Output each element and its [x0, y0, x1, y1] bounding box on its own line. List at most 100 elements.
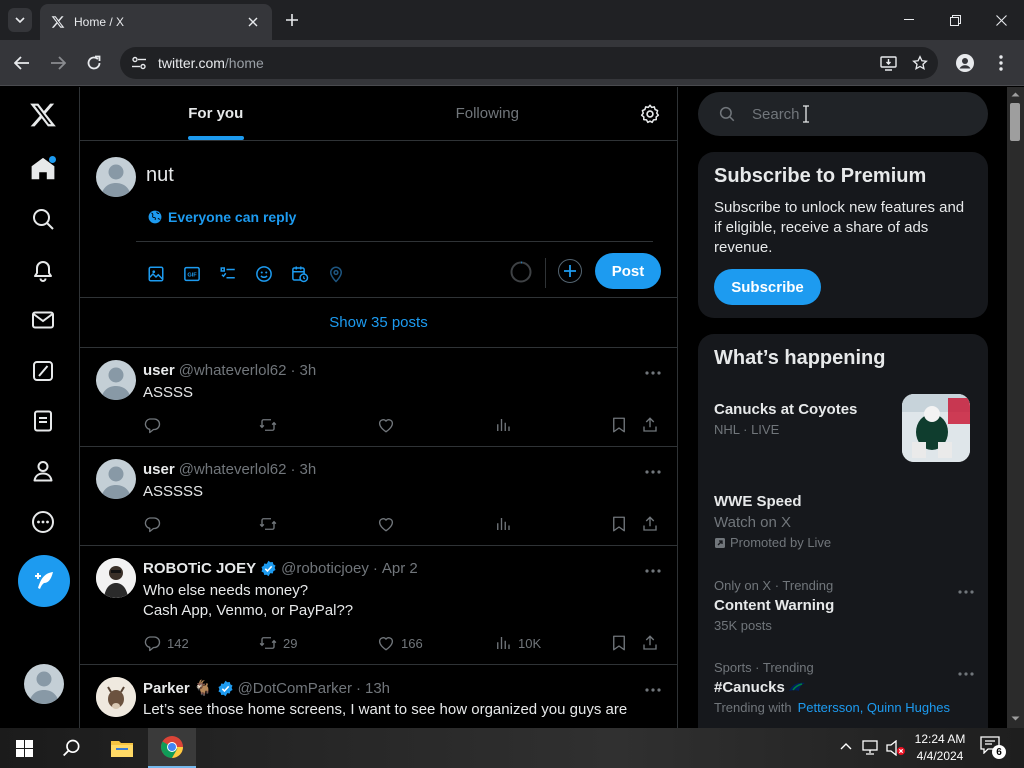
composer-text[interactable]: nut [146, 164, 174, 187]
post-time[interactable]: 3h [299, 461, 316, 478]
gif-button[interactable]: GIF [177, 259, 207, 289]
site-info-icon[interactable] [124, 48, 154, 78]
taskbar-clock[interactable]: 12:24 AM 4/4/2024 [905, 731, 975, 765]
profile-button[interactable] [952, 50, 978, 76]
compose-post-button[interactable] [18, 555, 70, 607]
start-button[interactable] [0, 728, 48, 768]
nav-notifications[interactable] [18, 245, 68, 295]
subscribe-button[interactable]: Subscribe [714, 269, 821, 305]
nav-lists[interactable] [18, 396, 68, 446]
minimize-button[interactable] [894, 6, 924, 34]
search-box[interactable]: Search [698, 92, 988, 136]
reply-button[interactable] [143, 410, 161, 440]
browser-tab[interactable]: Home / X [40, 4, 272, 40]
repost-button[interactable] [259, 509, 277, 539]
account-avatar[interactable] [24, 664, 64, 704]
bookmark-button[interactable] [610, 509, 628, 539]
repost-button[interactable]: 29 [259, 628, 297, 658]
scrollbar-thumb[interactable] [1010, 103, 1020, 141]
nav-profile[interactable] [18, 446, 68, 496]
like-button[interactable] [377, 410, 395, 440]
post-time[interactable]: Apr 2 [382, 560, 418, 577]
nav-home[interactable] [18, 144, 68, 194]
nav-explore[interactable] [18, 194, 68, 244]
post-more-button[interactable] [645, 362, 661, 380]
post-author-handle[interactable]: @whateverlol62 [179, 362, 287, 379]
reply-button[interactable]: 142 [143, 628, 189, 658]
address-bar[interactable]: twitter.com/home [120, 47, 938, 79]
post-more-button[interactable] [645, 560, 661, 578]
post[interactable]: user @whateverlol62 · 3h ASSSSS [80, 447, 677, 546]
browser-menu-button[interactable] [988, 50, 1014, 76]
post-time[interactable]: 13h [365, 680, 390, 697]
file-explorer-button[interactable] [98, 728, 146, 768]
poll-button[interactable] [213, 259, 243, 289]
like-button[interactable] [377, 509, 395, 539]
scroll-down-arrow-icon[interactable] [1011, 716, 1020, 722]
page-scrollbar[interactable] [1007, 87, 1024, 728]
nav-messages[interactable] [18, 295, 68, 345]
chrome-taskbar-button[interactable] [148, 728, 196, 768]
close-window-button[interactable] [986, 6, 1016, 34]
install-app-icon[interactable] [874, 49, 902, 77]
emoji-button[interactable] [249, 259, 279, 289]
post-time[interactable]: 3h [299, 362, 316, 379]
media-button[interactable] [141, 259, 171, 289]
post-more-button[interactable] [645, 679, 661, 697]
network-icon[interactable] [862, 740, 880, 756]
location-button[interactable] [321, 259, 351, 289]
views-button[interactable] [494, 410, 512, 440]
action-center-button[interactable]: 6 [980, 736, 1006, 760]
reload-button[interactable] [81, 50, 107, 76]
nav-grok[interactable] [18, 346, 68, 396]
post[interactable]: user @whateverlol62 · 3h ASSSS [80, 348, 677, 447]
post-avatar[interactable] [96, 360, 136, 400]
post-author-name[interactable]: user [143, 362, 175, 379]
share-button[interactable] [641, 410, 659, 440]
nav-more[interactable] [18, 497, 68, 547]
trend-item[interactable]: Only on X · Trending Content Warning 35K… [714, 578, 974, 633]
tab-for-you[interactable]: For you [80, 87, 352, 140]
post-avatar[interactable] [96, 459, 136, 499]
restore-button[interactable] [940, 6, 970, 34]
post-avatar[interactable] [96, 558, 136, 598]
post-avatar[interactable] [96, 677, 136, 717]
new-tab-button[interactable] [281, 9, 303, 31]
trend-item[interactable]: WWE Speed Watch on X Promoted by Live [714, 489, 974, 550]
like-button[interactable]: 166 [377, 628, 423, 658]
chevron-up-icon[interactable] [840, 742, 852, 750]
trend-related-links[interactable]: Pettersson, Quinn Hughes [798, 700, 950, 715]
views-button[interactable]: 10K [494, 628, 541, 658]
bookmark-button[interactable] [610, 410, 628, 440]
bookmark-star-icon[interactable] [906, 49, 934, 77]
post-author-handle[interactable]: @whateverlol62 [179, 461, 287, 478]
back-button[interactable] [9, 50, 35, 76]
trend-item[interactable]: Canucks at Coyotes NHL · LIVE [714, 394, 974, 462]
add-post-button[interactable] [558, 259, 582, 283]
timeline-settings-button[interactable] [623, 87, 677, 140]
post-more-button[interactable] [645, 461, 661, 479]
show-new-posts-button[interactable]: Show 35 posts [80, 298, 677, 348]
reply-button[interactable] [143, 509, 161, 539]
post-button[interactable]: Post [595, 253, 661, 289]
tab-search-button[interactable] [8, 8, 32, 32]
x-logo-link[interactable] [18, 90, 68, 140]
taskbar-search-button[interactable] [48, 728, 96, 768]
close-tab-icon[interactable] [244, 13, 262, 31]
search-input[interactable]: Search [752, 106, 800, 123]
post-author-name[interactable]: ROBOTiC JOEY [143, 560, 256, 577]
share-button[interactable] [641, 509, 659, 539]
bookmark-button[interactable] [610, 628, 628, 658]
post-author-name[interactable]: user [143, 461, 175, 478]
scroll-up-arrow-icon[interactable] [1011, 91, 1020, 97]
share-button[interactable] [641, 628, 659, 658]
volume-muted-icon[interactable] [886, 740, 906, 756]
trend-more-button[interactable] [958, 663, 974, 681]
reply-setting-button[interactable]: Everyone can reply [148, 209, 296, 225]
schedule-button[interactable] [285, 259, 315, 289]
tab-following[interactable]: Following [352, 87, 624, 140]
post-author-name[interactable]: Parker 🐐 [143, 679, 213, 697]
repost-button[interactable] [259, 410, 277, 440]
post-author-handle[interactable]: @DotComParker [238, 680, 352, 697]
post[interactable]: Parker 🐐 @DotComParker · 13h Let’s see t… [80, 665, 677, 728]
